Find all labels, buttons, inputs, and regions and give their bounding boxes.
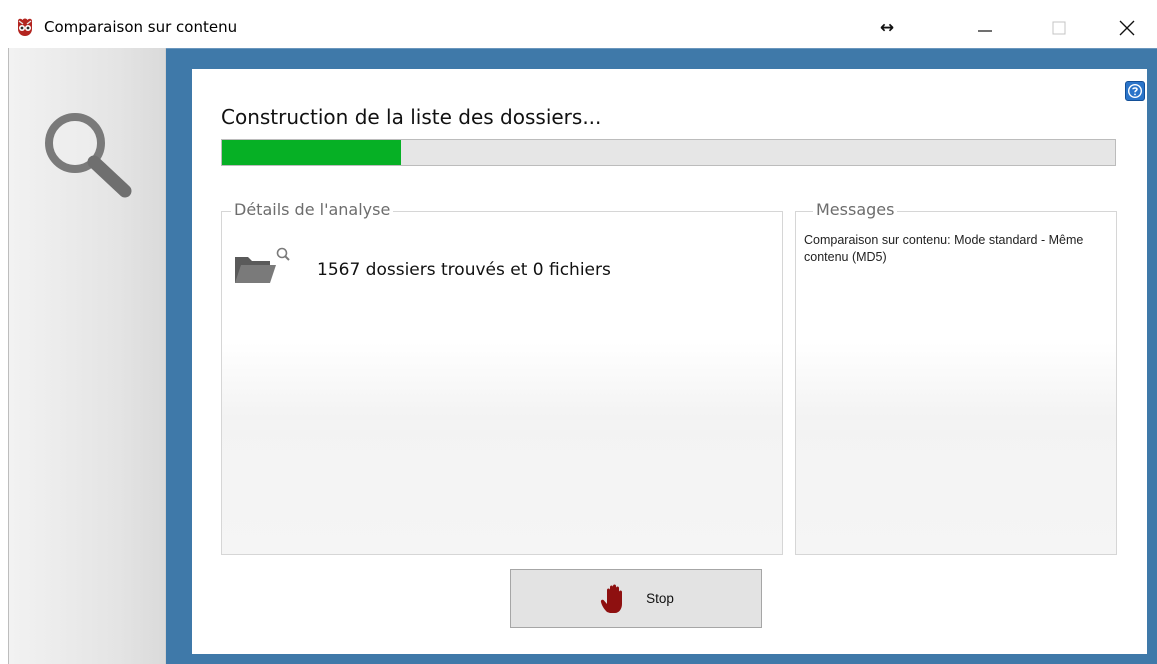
progress-bar — [221, 139, 1116, 166]
close-icon — [1119, 20, 1135, 36]
content-frame: Construction de la liste des dossiers...… — [166, 48, 1157, 664]
status-heading: Construction de la liste des dossiers... — [221, 105, 602, 129]
folder-search-icon — [235, 247, 290, 283]
analysis-details-group: Détails de l'analyse 1567 dossiers trouv… — [221, 200, 783, 555]
maximize-icon — [1052, 21, 1066, 35]
help-button[interactable] — [1125, 81, 1145, 101]
resize-arrow-button[interactable]: ↔ — [862, 8, 912, 48]
minimize-icon — [978, 30, 992, 32]
title-bar[interactable]: Comparaison sur contenu ↔ — [0, 0, 1157, 48]
stop-hand-icon — [601, 584, 623, 613]
main-panel: Construction de la liste des dossiers...… — [192, 69, 1147, 654]
close-button[interactable] — [1102, 8, 1152, 48]
maximize-button[interactable] — [1034, 8, 1084, 48]
app-icon — [18, 18, 32, 36]
minimize-button[interactable] — [960, 8, 1010, 48]
stop-button-label: Stop — [646, 591, 674, 606]
help-icon — [1128, 84, 1142, 98]
messages-text: Comparaison sur contenu: Mode standard -… — [804, 233, 1084, 264]
search-icon — [45, 113, 132, 198]
window-title: Comparaison sur contenu — [44, 18, 238, 36]
analysis-details-legend: Détails de l'analyse — [231, 200, 394, 219]
sidebar — [8, 48, 166, 664]
progress-bar-fill — [222, 140, 401, 165]
resize-arrow-icon: ↔ — [879, 18, 895, 38]
messages-group: Messages Comparaison sur contenu: Mode s… — [795, 200, 1117, 555]
messages-legend: Messages — [813, 200, 898, 219]
stop-button[interactable]: Stop — [510, 569, 762, 628]
app-window: Comparaison sur contenu ↔ Construction d… — [0, 0, 1157, 664]
details-summary-text: 1567 dossiers trouvés et 0 fichiers — [317, 260, 611, 280]
